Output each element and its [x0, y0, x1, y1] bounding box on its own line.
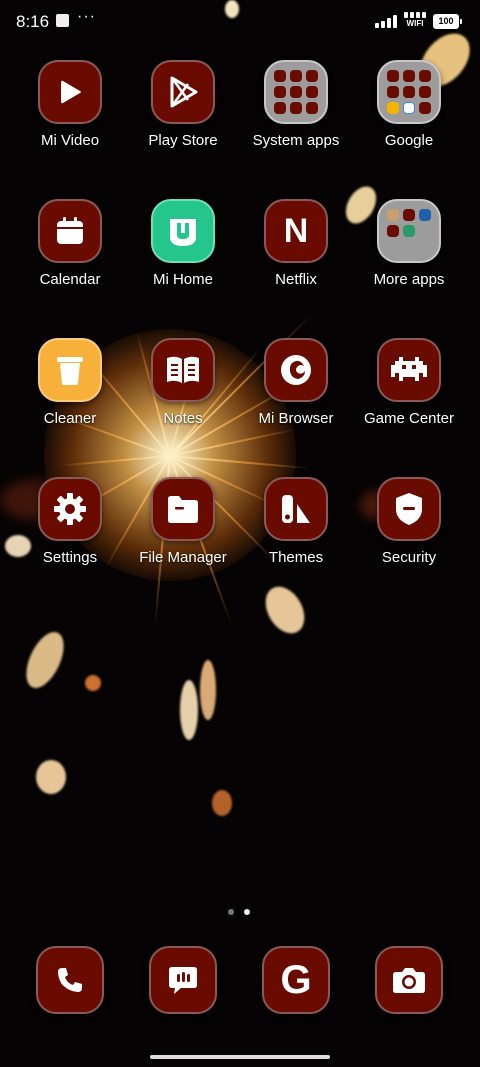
netflix-letter: N	[283, 211, 309, 250]
app-calendar[interactable]: Calendar	[15, 199, 125, 288]
dock-phone[interactable]	[35, 946, 105, 1014]
browser-icon	[264, 338, 328, 402]
status-time: 8:16	[16, 12, 50, 31]
app-notes[interactable]: Notes	[128, 338, 238, 427]
folder-icon	[377, 60, 441, 124]
app-settings[interactable]: Settings	[15, 477, 125, 566]
folder-file-icon	[151, 477, 215, 541]
app-label: Mi Browser	[258, 410, 334, 427]
folder-icon	[377, 199, 441, 263]
app-label: Calendar	[39, 271, 101, 288]
notification-square-icon	[56, 14, 69, 27]
app-label: Google	[384, 132, 434, 149]
folder-more-apps[interactable]: More apps	[354, 199, 464, 288]
google-letter: G	[280, 958, 312, 1002]
game-icon	[377, 338, 441, 402]
themes-icon	[264, 477, 328, 541]
wifi-label: WIFI	[406, 19, 424, 28]
play-store-icon	[151, 60, 215, 124]
page-dot[interactable]	[228, 909, 234, 915]
signal-icon	[375, 15, 397, 28]
app-mi-video[interactable]: Mi Video	[15, 60, 125, 149]
app-mi-home[interactable]: Mi Home	[128, 199, 238, 288]
battery-icon: 100	[433, 14, 462, 29]
app-label: File Manager	[139, 549, 227, 566]
gear-icon	[38, 477, 102, 541]
dock-messages[interactable]	[148, 946, 218, 1014]
app-label: Mi Home	[152, 271, 213, 288]
more-notifications-icon: ···	[77, 8, 96, 25]
app-label: Mi Video	[40, 132, 100, 149]
calendar-icon	[38, 199, 102, 263]
app-game-center[interactable]: Game Center	[354, 338, 464, 427]
app-security[interactable]: Security	[354, 477, 464, 566]
wifi-icon: WIFI	[402, 12, 428, 28]
app-netflix[interactable]: N Netflix	[241, 199, 351, 288]
dock-google[interactable]: G	[261, 946, 331, 1014]
page-dot-active[interactable]	[244, 909, 250, 915]
app-label: More apps	[373, 271, 445, 288]
dock-camera[interactable]	[374, 946, 444, 1014]
app-label: Play Store	[148, 132, 218, 149]
notes-icon	[151, 338, 215, 402]
trash-icon	[38, 338, 102, 402]
netflix-icon: N	[264, 199, 328, 263]
page-indicator	[228, 909, 250, 915]
mi-home-icon	[151, 199, 215, 263]
app-themes[interactable]: Themes	[241, 477, 351, 566]
app-label: Notes	[163, 410, 203, 427]
status-bar: 8:16 ··· WIFI 100	[0, 0, 480, 44]
shield-icon	[377, 477, 441, 541]
app-play-store[interactable]: Play Store	[128, 60, 238, 149]
camera-icon	[375, 946, 443, 1014]
app-file-manager[interactable]: File Manager	[128, 477, 238, 566]
app-label: Cleaner	[43, 410, 97, 427]
play-icon	[38, 60, 102, 124]
app-label: Settings	[42, 549, 98, 566]
app-mi-browser[interactable]: Mi Browser	[241, 338, 351, 427]
app-label: Security	[381, 549, 437, 566]
phone-icon	[36, 946, 104, 1014]
folder-icon	[264, 60, 328, 124]
folder-system-apps[interactable]: System apps	[241, 60, 351, 149]
app-label: System apps	[252, 132, 340, 149]
google-icon: G	[262, 946, 330, 1014]
app-label: Game Center	[363, 410, 455, 427]
app-cleaner[interactable]: Cleaner	[15, 338, 125, 427]
app-label: Netflix	[275, 271, 317, 288]
folder-google[interactable]: Google	[354, 60, 464, 149]
app-label: Themes	[268, 549, 324, 566]
messages-icon	[149, 946, 217, 1014]
home-indicator[interactable]	[150, 1055, 330, 1059]
